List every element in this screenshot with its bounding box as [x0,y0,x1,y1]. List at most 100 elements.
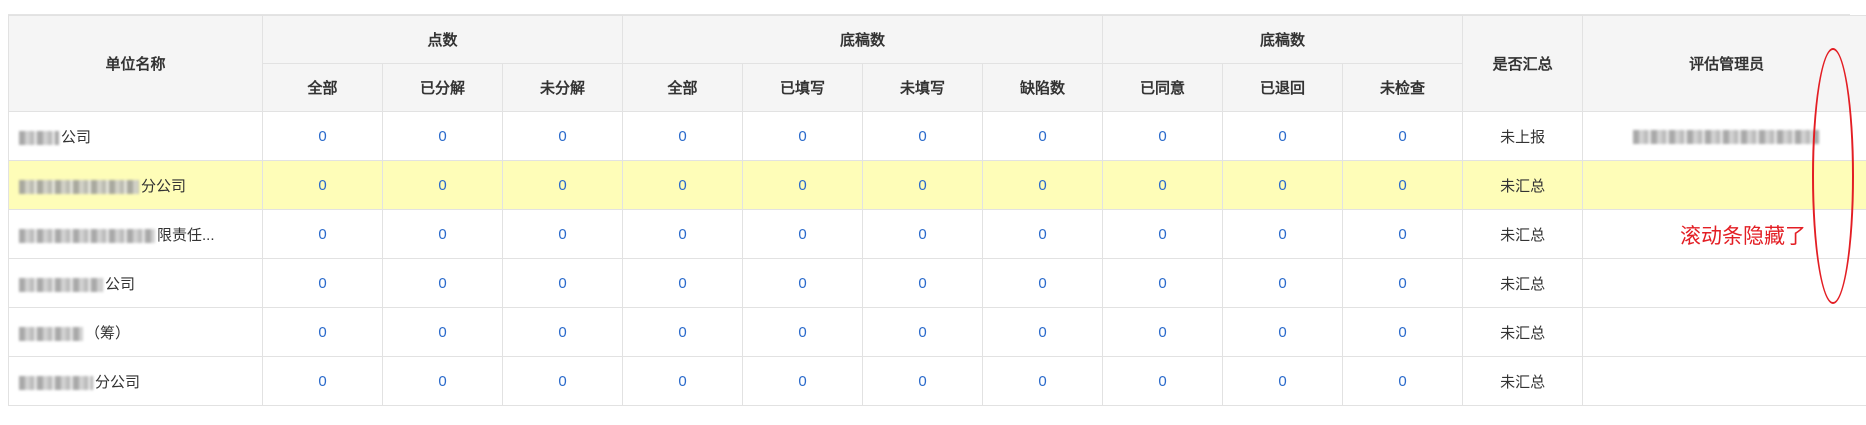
unit-name-cell: 公司 [9,259,263,308]
header-review-agreed: 已同意 [1103,64,1223,112]
count-link[interactable]: 0 [1223,161,1343,210]
count-link[interactable]: 0 [743,259,863,308]
unit-name-cell: 公司 [9,112,263,161]
table-row[interactable]: 公司0000000000未上报 [9,112,1866,161]
count-link[interactable]: 0 [743,210,863,259]
count-link[interactable]: 0 [863,259,983,308]
count-link[interactable]: 0 [1343,259,1463,308]
count-link[interactable]: 0 [1343,308,1463,357]
header-drafts-all: 全部 [623,64,743,112]
header-review-returned: 已退回 [1223,64,1343,112]
header-group-review: 底稿数 [1103,16,1463,64]
count-link[interactable]: 0 [1343,112,1463,161]
table-row[interactable]: 公司0000000000未汇总 [9,259,1866,308]
count-link[interactable]: 0 [983,357,1103,406]
count-link[interactable]: 0 [383,308,503,357]
table-row[interactable]: 分公司0000000000未汇总 [9,357,1866,406]
header-points-undecomposed: 未分解 [503,64,623,112]
count-link[interactable]: 0 [623,210,743,259]
count-link[interactable]: 0 [503,112,623,161]
annotation-text: 滚动条隐藏了 [1680,220,1806,250]
count-link[interactable]: 0 [263,259,383,308]
count-link[interactable]: 0 [263,210,383,259]
count-link[interactable]: 0 [623,259,743,308]
count-link[interactable]: 0 [1343,357,1463,406]
table-row[interactable]: （筹）0000000000未汇总 [9,308,1866,357]
table-row[interactable]: 限责任...0000000000未汇总 [9,210,1866,259]
header-group-points: 点数 [263,16,623,64]
count-link[interactable]: 0 [983,112,1103,161]
count-link[interactable]: 0 [1103,259,1223,308]
count-link[interactable]: 0 [1223,357,1343,406]
count-link[interactable]: 0 [263,357,383,406]
count-link[interactable]: 0 [983,308,1103,357]
summary-status: 未汇总 [1463,210,1583,259]
redacted-text [19,229,155,243]
summary-status: 未汇总 [1463,161,1583,210]
count-link[interactable]: 0 [1343,210,1463,259]
count-link[interactable]: 0 [623,308,743,357]
count-link[interactable]: 0 [383,161,503,210]
admin-cell [1583,308,1866,357]
unit-name-suffix: 公司 [61,129,91,146]
count-link[interactable]: 0 [863,112,983,161]
count-link[interactable]: 0 [743,357,863,406]
header-drafts-filled: 已填写 [743,64,863,112]
unit-name-suffix: 分公司 [95,374,140,391]
count-link[interactable]: 0 [983,161,1103,210]
count-link[interactable]: 0 [383,210,503,259]
count-link[interactable]: 0 [503,357,623,406]
count-link[interactable]: 0 [383,112,503,161]
count-link[interactable]: 0 [383,357,503,406]
unit-name-cell: 限责任... [9,210,263,259]
count-link[interactable]: 0 [1103,112,1223,161]
count-link[interactable]: 0 [863,210,983,259]
count-link[interactable]: 0 [1223,112,1343,161]
unit-name-suffix: （筹） [85,325,130,342]
count-link[interactable]: 0 [743,112,863,161]
count-link[interactable]: 0 [863,161,983,210]
count-link[interactable]: 0 [1103,308,1223,357]
count-link[interactable]: 0 [623,112,743,161]
count-link[interactable]: 0 [743,161,863,210]
unit-name-cell: 分公司 [9,161,263,210]
count-link[interactable]: 0 [863,357,983,406]
count-link[interactable]: 0 [1223,308,1343,357]
count-link[interactable]: 0 [263,112,383,161]
scrollbar-highlight-ellipse [1812,48,1854,304]
table-container: 单位名称 点数 底稿数 底稿数 是否汇总 评估管理员 全部 已分解 未分解 全部… [8,14,1850,425]
count-link[interactable]: 0 [1223,210,1343,259]
count-link[interactable]: 0 [1103,161,1223,210]
count-link[interactable]: 0 [1223,259,1343,308]
count-link[interactable]: 0 [503,308,623,357]
count-link[interactable]: 0 [503,259,623,308]
count-link[interactable]: 0 [983,210,1103,259]
count-link[interactable]: 0 [743,308,863,357]
count-link[interactable]: 0 [263,308,383,357]
count-link[interactable]: 0 [863,308,983,357]
summary-status: 未汇总 [1463,308,1583,357]
count-link[interactable]: 0 [263,161,383,210]
count-link[interactable]: 0 [623,357,743,406]
header-unit-name: 单位名称 [9,16,263,112]
table-header: 单位名称 点数 底稿数 底稿数 是否汇总 评估管理员 全部 已分解 未分解 全部… [9,16,1866,112]
table-row[interactable]: 分公司0000000000未汇总 [9,161,1866,210]
redacted-text [19,327,83,341]
count-link[interactable]: 0 [983,259,1103,308]
unit-name-cell: （筹） [9,308,263,357]
redacted-text [19,376,93,390]
count-link[interactable]: 0 [1343,161,1463,210]
count-link[interactable]: 0 [623,161,743,210]
count-link[interactable]: 0 [503,161,623,210]
redacted-text [19,180,139,194]
count-link[interactable]: 0 [1103,357,1223,406]
header-points-all: 全部 [263,64,383,112]
header-points-decomposed: 已分解 [383,64,503,112]
header-drafts-defects: 缺陷数 [983,64,1103,112]
count-link[interactable]: 0 [383,259,503,308]
summary-table: 单位名称 点数 底稿数 底稿数 是否汇总 评估管理员 全部 已分解 未分解 全部… [8,15,1866,406]
count-link[interactable]: 0 [503,210,623,259]
unit-name-cell: 分公司 [9,357,263,406]
summary-status: 未汇总 [1463,357,1583,406]
count-link[interactable]: 0 [1103,210,1223,259]
